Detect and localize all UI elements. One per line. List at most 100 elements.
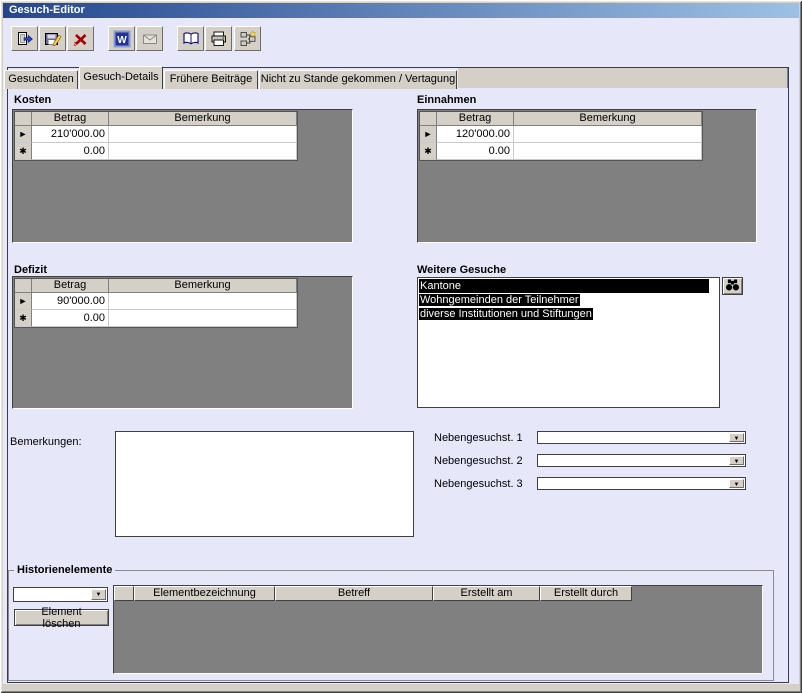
cell-bemerkung[interactable] bbox=[109, 143, 297, 160]
toolbar-mail-button[interactable] bbox=[136, 26, 163, 51]
word-export-icon: W bbox=[113, 30, 131, 48]
nebengesuchst-2-combo[interactable]: ▼ bbox=[537, 454, 746, 467]
nebengesuchst-1-combo[interactable]: ▼ bbox=[537, 431, 746, 444]
historie-table: Elementbezeichnung Betreff Erstellt am E… bbox=[113, 585, 763, 674]
toolbar-print-button[interactable] bbox=[205, 26, 232, 51]
window-title: Gesuch-Editor bbox=[9, 4, 85, 16]
weitere-gesuche-listbox[interactable]: Kantone Wohngemeinden der Teilnehmer div… bbox=[417, 277, 720, 408]
toolbar-save-button[interactable] bbox=[39, 26, 66, 51]
nebengesuchst-1-label: Nebengesuchst. 1 bbox=[434, 432, 523, 445]
open-book-icon bbox=[182, 30, 200, 48]
cell-bemerkung[interactable] bbox=[109, 310, 297, 327]
historie-type-combo[interactable]: ▼ bbox=[13, 587, 108, 602]
row-selector-new[interactable]: ✱ bbox=[15, 143, 32, 160]
grid-row-new: ✱ 0.00 bbox=[420, 143, 702, 160]
search-gesuche-button[interactable] bbox=[722, 277, 743, 295]
historie-table-header: Elementbezeichnung Betreff Erstellt am E… bbox=[114, 586, 762, 601]
column-header-bemerkung[interactable]: Bemerkung bbox=[109, 279, 297, 293]
column-header-bemerkung[interactable]: Bemerkung bbox=[109, 112, 297, 126]
mail-icon-disabled bbox=[141, 30, 159, 48]
defizit-grid: Betrag Bemerkung ► 90'000.00 ✱ 0.00 bbox=[14, 278, 298, 328]
column-header-elementbezeichnung[interactable]: Elementbezeichnung bbox=[134, 586, 275, 601]
dropdown-button[interactable]: ▼ bbox=[91, 589, 106, 600]
column-header-betrag[interactable]: Betrag bbox=[437, 112, 514, 126]
chevron-down-icon: ▼ bbox=[92, 591, 105, 599]
chevron-down-icon: ▼ bbox=[730, 458, 743, 466]
row-selector-new[interactable]: ✱ bbox=[420, 143, 437, 160]
tab-gesuch-details[interactable]: Gesuch-Details bbox=[79, 66, 163, 89]
exit-door-icon bbox=[16, 30, 34, 48]
grid-corner[interactable] bbox=[15, 112, 32, 126]
list-item[interactable]: Kantone bbox=[419, 279, 719, 293]
nebengesuchst-3-combo[interactable]: ▼ bbox=[537, 477, 746, 490]
cell-bemerkung[interactable] bbox=[109, 126, 297, 143]
row-selector-new[interactable]: ✱ bbox=[15, 310, 32, 327]
column-header-betreff[interactable]: Betreff bbox=[275, 586, 433, 601]
historienelemente-label: Historienelemente bbox=[14, 563, 115, 577]
nebengesuchst-2-label: Nebengesuchst. 2 bbox=[434, 455, 523, 468]
dropdown-button[interactable]: ▼ bbox=[729, 456, 744, 465]
combo-value bbox=[540, 478, 728, 489]
grid-corner[interactable] bbox=[420, 112, 437, 126]
printer-icon bbox=[210, 30, 228, 48]
column-header-erstellt-durch[interactable]: Erstellt durch bbox=[540, 586, 632, 601]
dropdown-button[interactable]: ▼ bbox=[729, 433, 744, 442]
toolbar-new-element-button[interactable] bbox=[234, 26, 261, 51]
grid-row-new: ✱ 0.00 bbox=[15, 143, 297, 160]
tab-fruehere-beitraege[interactable]: Frühere Beiträge bbox=[164, 70, 258, 89]
list-item[interactable]: diverse Institutionen und Stiftungen bbox=[419, 307, 719, 321]
column-header-erstellt-am[interactable]: Erstellt am bbox=[433, 586, 540, 601]
bemerkungen-textarea[interactable] bbox=[115, 431, 414, 537]
row-selector-current[interactable]: ► bbox=[420, 126, 437, 143]
cell-betrag[interactable]: 90'000.00 bbox=[32, 293, 109, 310]
delete-record-icon bbox=[72, 30, 90, 48]
dropdown-button[interactable]: ▼ bbox=[729, 479, 744, 488]
gesuch-editor-window: Gesuch-Editor W bbox=[0, 0, 802, 693]
column-header-betrag[interactable]: Betrag bbox=[32, 112, 109, 126]
tab-nicht-zu-stande[interactable]: Nicht zu Stande gekommen / Vertagung bbox=[259, 70, 457, 89]
list-item-text: Wohngemeinden der Teilnehmer bbox=[419, 294, 580, 306]
cell-bemerkung[interactable] bbox=[109, 293, 297, 310]
list-item-text: Kantone bbox=[419, 279, 709, 293]
kosten-grid: Betrag Bemerkung ► 210'000.00 ✱ 0.00 bbox=[14, 111, 298, 161]
grid-row: ► 90'000.00 bbox=[15, 293, 297, 310]
toolbar-book-button[interactable] bbox=[177, 26, 204, 51]
cell-betrag[interactable]: 0.00 bbox=[32, 143, 109, 160]
einnahmen-grid: Betrag Bemerkung ► 120'000.00 ✱ 0.00 bbox=[419, 111, 703, 161]
cell-betrag[interactable]: 210'000.00 bbox=[32, 126, 109, 143]
combo-value bbox=[540, 432, 728, 443]
grid-row: ► 210'000.00 bbox=[15, 126, 297, 143]
toolbar-word-button[interactable]: W bbox=[108, 26, 135, 51]
kosten-label: Kosten bbox=[14, 94, 51, 107]
einnahmen-label: Einnahmen bbox=[417, 94, 476, 107]
cell-bemerkung[interactable] bbox=[514, 126, 702, 143]
tab-gesuchdaten[interactable]: Gesuchdaten bbox=[4, 70, 78, 89]
binoculars-icon bbox=[725, 279, 740, 294]
list-item-text: diverse Institutionen und Stiftungen bbox=[419, 308, 593, 320]
row-selector-current[interactable]: ► bbox=[15, 126, 32, 143]
grid-corner[interactable] bbox=[114, 586, 134, 601]
cell-betrag[interactable]: 0.00 bbox=[437, 143, 514, 160]
svg-text:W: W bbox=[117, 35, 127, 46]
column-header-bemerkung[interactable]: Bemerkung bbox=[514, 112, 702, 126]
weitere-gesuche-label: Weitere Gesuche bbox=[417, 264, 506, 277]
toolbar-delete-button[interactable] bbox=[67, 26, 94, 51]
toolbar-exit-button[interactable] bbox=[11, 26, 38, 51]
save-record-icon bbox=[44, 30, 62, 48]
grid-corner[interactable] bbox=[15, 279, 32, 293]
cell-betrag[interactable]: 120'000.00 bbox=[437, 126, 514, 143]
chevron-down-icon: ▼ bbox=[730, 481, 743, 489]
window-titlebar[interactable]: Gesuch-Editor bbox=[3, 3, 799, 18]
row-selector-current[interactable]: ► bbox=[15, 293, 32, 310]
cell-bemerkung[interactable] bbox=[514, 143, 702, 160]
tab-strip-filler bbox=[458, 68, 788, 88]
combo-value bbox=[540, 455, 728, 466]
grid-row: ► 120'000.00 bbox=[420, 126, 702, 143]
nebengesuchst-3-label: Nebengesuchst. 3 bbox=[434, 478, 523, 491]
grid-row-new: ✱ 0.00 bbox=[15, 310, 297, 327]
bemerkungen-label: Bemerkungen: bbox=[10, 436, 82, 449]
cell-betrag[interactable]: 0.00 bbox=[32, 310, 109, 327]
column-header-betrag[interactable]: Betrag bbox=[32, 279, 109, 293]
element-loeschen-button[interactable]: Element löschen bbox=[14, 609, 109, 626]
list-item[interactable]: Wohngemeinden der Teilnehmer bbox=[419, 293, 719, 307]
